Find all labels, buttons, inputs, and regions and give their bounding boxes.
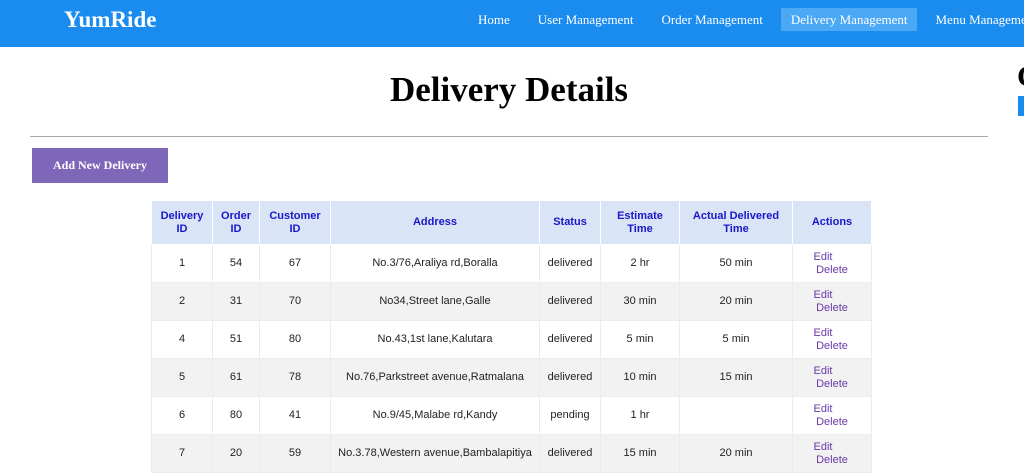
cropped-heading-letter: C: [1017, 60, 1024, 94]
cell-customer-id: 41: [259, 396, 331, 435]
header-status: Status: [539, 200, 601, 245]
cell-order-id: 51: [212, 320, 260, 359]
cell-actual-delivered-time: 5 min: [679, 320, 793, 359]
cell-estimate-time: 2 hr: [600, 244, 680, 283]
cell-status: delivered: [539, 434, 601, 473]
cell-customer-id: 67: [259, 244, 331, 283]
table-row: 7 20 59 No.3.78,Western avenue,Bambalapitiy…: [151, 434, 872, 473]
nav-links: Home User Management Order Management De…: [468, 8, 1024, 31]
delete-link[interactable]: Delete: [796, 378, 868, 391]
cell-customer-id: 70: [259, 282, 331, 321]
header-address: Address: [330, 200, 540, 245]
cell-order-id: 61: [212, 358, 260, 397]
cell-estimate-time: 10 min: [600, 358, 680, 397]
cell-estimate-time: 5 min: [600, 320, 680, 359]
cropped-edge-element: [1018, 96, 1024, 116]
header-order-id: Order ID: [212, 200, 260, 245]
table-row: 2 31 70 No34,Street lane,Galle delivered 30 m…: [151, 282, 872, 321]
delete-link[interactable]: Delete: [796, 416, 868, 429]
edit-link[interactable]: Edit: [778, 327, 868, 340]
cell-estimate-time: 15 min: [600, 434, 680, 473]
cell-delivery-id: 4: [151, 320, 213, 359]
cell-customer-id: 80: [259, 320, 331, 359]
add-new-delivery-button[interactable]: Add New Delivery: [32, 148, 168, 183]
edit-link[interactable]: Edit: [778, 365, 868, 378]
cell-status: delivered: [539, 358, 601, 397]
header-delivery-id: Delivery ID: [151, 200, 213, 245]
cell-customer-id: 59: [259, 434, 331, 473]
delivery-table-body: 1 54 67 No.3/76,Araliya rd,Boralla delivered…: [151, 244, 872, 473]
cell-actions: Edit Delete: [792, 282, 872, 321]
cell-actions: Edit Delete: [792, 396, 872, 435]
brand-logo[interactable]: YumRide: [64, 7, 156, 33]
title-divider: [30, 136, 988, 137]
table-header-row: Delivery ID Order ID Customer ID Address…: [151, 200, 872, 245]
cell-customer-id: 78: [259, 358, 331, 397]
cell-delivery-id: 2: [151, 282, 213, 321]
cell-address: No.3.78,Western avenue,Bambalapitiya: [330, 434, 540, 473]
cell-order-id: 31: [212, 282, 260, 321]
delete-link[interactable]: Delete: [796, 340, 868, 353]
table-row: 5 61 78 No.76,Parkstreet avenue,Ratmalana de…: [151, 358, 872, 397]
cell-delivery-id: 7: [151, 434, 213, 473]
page-title: Delivery Details: [389, 70, 629, 109]
edit-link[interactable]: Edit: [778, 251, 868, 264]
cell-address: No.9/45,Malabe rd,Kandy: [330, 396, 540, 435]
delete-link[interactable]: Delete: [796, 264, 868, 277]
cell-actual-delivered-time: 50 min: [679, 244, 793, 283]
cell-status: delivered: [539, 282, 601, 321]
cell-status: delivered: [539, 320, 601, 359]
cell-status: pending: [539, 396, 601, 435]
cell-address: No.43,1st lane,Kalutara: [330, 320, 540, 359]
table-row: 6 80 41 No.9/45,Malabe rd,Kandy pending 1 hr E…: [151, 396, 872, 435]
cell-actions: Edit Delete: [792, 244, 872, 283]
cell-order-id: 80: [212, 396, 260, 435]
header-actions: Actions: [792, 200, 872, 245]
edit-link[interactable]: Edit: [778, 441, 868, 454]
cell-order-id: 20: [212, 434, 260, 473]
header-customer-id: Customer ID: [259, 200, 331, 245]
cell-status: delivered: [539, 244, 601, 283]
cell-address: No34,Street lane,Galle: [330, 282, 540, 321]
top-navbar: YumRide Home User Management Order Manag…: [0, 0, 1024, 47]
cell-actual-delivered-time: 15 min: [679, 358, 793, 397]
cell-estimate-time: 30 min: [600, 282, 680, 321]
cell-actions: Edit Delete: [792, 358, 872, 397]
cell-actual-delivered-time: 20 min: [679, 282, 793, 321]
cell-delivery-id: 1: [151, 244, 213, 283]
cell-address: No.76,Parkstreet avenue,Ratmalana: [330, 358, 540, 397]
cell-delivery-id: 5: [151, 358, 213, 397]
cell-order-id: 54: [212, 244, 260, 283]
delete-link[interactable]: Delete: [796, 454, 868, 467]
delete-link[interactable]: Delete: [796, 302, 868, 315]
cell-address: No.3/76,Araliya rd,Boralla: [330, 244, 540, 283]
nav-order-management[interactable]: Order Management: [651, 8, 772, 31]
cell-actions: Edit Delete: [792, 320, 872, 359]
delivery-table-container: Delivery ID Order ID Customer ID Address…: [151, 200, 872, 473]
nav-user-management[interactable]: User Management: [528, 8, 644, 31]
edit-link[interactable]: Edit: [778, 289, 868, 302]
edit-link[interactable]: Edit: [778, 403, 868, 416]
nav-delivery-management[interactable]: Delivery Management: [780, 8, 918, 31]
cell-delivery-id: 6: [151, 396, 213, 435]
table-row: 1 54 67 No.3/76,Araliya rd,Boralla delivered…: [151, 244, 872, 283]
cell-actual-delivered-time: [679, 396, 793, 435]
table-row: 4 51 80 No.43,1st lane,Kalutara delivered 5 m…: [151, 320, 872, 359]
nav-menu-management[interactable]: Menu Management: [925, 8, 1024, 31]
delivery-table: Delivery ID Order ID Customer ID Address…: [151, 200, 872, 473]
header-actual-delivered-time: Actual Delivered Time: [679, 200, 793, 245]
cell-actual-delivered-time: 20 min: [679, 434, 793, 473]
cell-estimate-time: 1 hr: [600, 396, 680, 435]
cell-actions: Edit Delete: [792, 434, 872, 473]
nav-home[interactable]: Home: [468, 8, 520, 31]
header-estimate-time: Estimate Time: [600, 200, 680, 245]
